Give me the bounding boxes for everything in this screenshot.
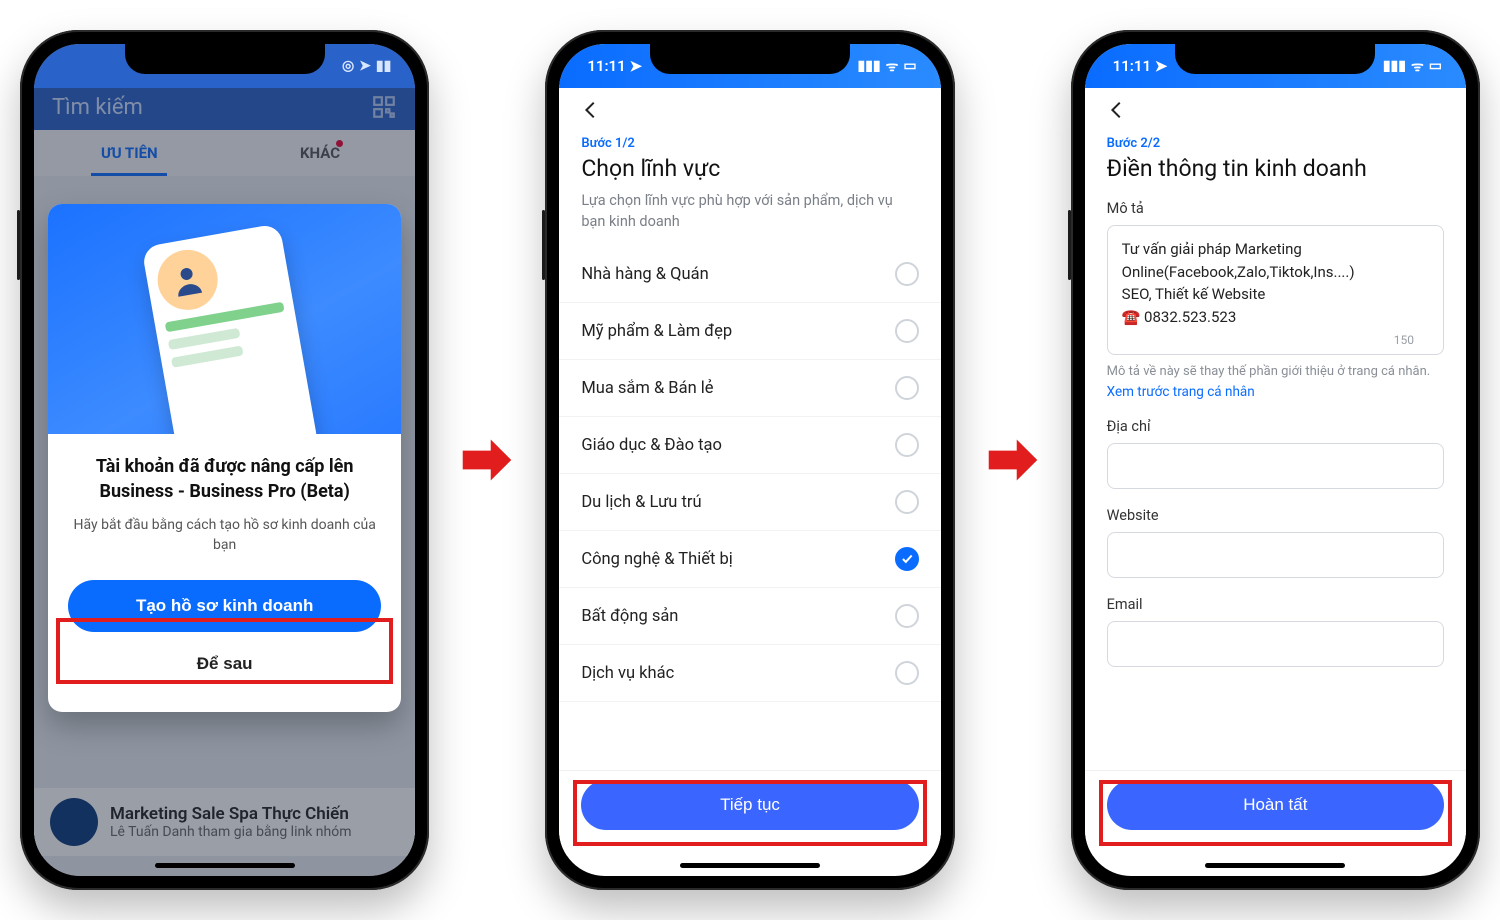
hero-avatar-icon (153, 245, 223, 315)
category-item[interactable]: Dịch vụ khác (559, 645, 940, 702)
category-label: Bất động sản (581, 607, 678, 626)
continue-button[interactable]: Tiếp tục (581, 780, 918, 830)
modal-title: Tài khoản đã được nâng cấp lên Business … (68, 454, 381, 504)
category-item[interactable]: Bất động sản (559, 588, 940, 645)
modal-hero-image (48, 204, 401, 434)
upgrade-modal: Tài khoản đã được nâng cấp lên Business … (48, 204, 401, 712)
back-button[interactable] (1103, 96, 1131, 124)
create-profile-button[interactable]: Tạo hồ sơ kinh doanh (68, 580, 381, 632)
phone-frame-3: 11:11 ➤ ▮▮▮ ᯤ ▭ Bước 2/2 Điền thông tin … (1071, 30, 1480, 890)
email-label: Email (1107, 596, 1444, 613)
category-label: Dịch vụ khác (581, 664, 674, 683)
step-label: Bước 2/2 (1107, 136, 1444, 151)
notch (650, 44, 850, 74)
website-input[interactable] (1107, 532, 1444, 578)
phone-frame-1: ◎➤▮▮ Tìm kiếm ƯU TIÊN KHÁC (20, 30, 429, 890)
category-item[interactable]: Du lịch & Lưu trú (559, 474, 940, 531)
page-heading: Chọn lĩnh vực (581, 155, 918, 182)
phone-frame-2: 11:11 ➤ ▮▮▮ ᯤ ▭ Bước 1/2 Chọn lĩnh vực L… (545, 30, 954, 890)
location-icon: ➤ (1155, 57, 1168, 75)
wifi-icon: ᯤ (886, 57, 899, 76)
status-icons: ▮▮▮ ᯤ ▭ (1383, 57, 1442, 76)
battery-icon: ▭ (1429, 58, 1442, 74)
notch (125, 44, 325, 74)
signal-icon: ▮▮▮ (1383, 58, 1406, 74)
radio-unchecked-icon[interactable] (895, 661, 919, 685)
category-label: Mỹ phẩm & Làm đẹp (581, 322, 732, 341)
flow-arrow-icon (985, 432, 1041, 488)
radio-checked-icon[interactable] (895, 547, 919, 571)
category-item[interactable]: Nhà hàng & Quán (559, 246, 940, 303)
address-label: Địa chỉ (1107, 418, 1444, 435)
desc-hint: Mô tả về này sẽ thay thế phần giới thiệu… (1107, 363, 1444, 381)
home-indicator[interactable] (155, 863, 295, 868)
status-icons: ◎➤▮▮ (342, 58, 391, 74)
page-subtext: Lựa chọn lĩnh vực phù hợp với sản phẩm, … (581, 190, 918, 232)
radio-unchecked-icon[interactable] (895, 376, 919, 400)
wifi-icon: ᯤ (1411, 57, 1424, 76)
category-label: Du lịch & Lưu trú (581, 493, 701, 512)
status-time: 11:11 (587, 57, 625, 75)
category-list: Nhà hàng & Quán Mỹ phẩm & Làm đẹp Mua sắm … (559, 246, 940, 702)
radio-unchecked-icon[interactable] (895, 604, 919, 628)
address-input[interactable] (1107, 443, 1444, 489)
finish-button[interactable]: Hoàn tất (1107, 780, 1444, 830)
home-indicator[interactable] (680, 863, 820, 868)
category-item[interactable]: Mỹ phẩm & Làm đẹp (559, 303, 940, 360)
signal-icon: ▮▮▮ (858, 58, 881, 74)
notch (1175, 44, 1375, 74)
status-time: 11:11 (1113, 57, 1151, 75)
category-item[interactable]: Mua sắm & Bán lẻ (559, 360, 940, 417)
category-label: Giáo dục & Đào tạo (581, 436, 722, 455)
location-icon: ➤ (629, 57, 642, 75)
category-item[interactable]: Công nghệ & Thiết bị (559, 531, 940, 588)
radio-unchecked-icon[interactable] (895, 262, 919, 286)
step-label: Bước 1/2 (581, 136, 918, 151)
status-icons: ▮▮▮ ᯤ ▭ (858, 57, 917, 76)
category-item[interactable]: Giáo dục & Đào tạo (559, 417, 940, 474)
desc-label: Mô tả (1107, 200, 1444, 217)
page-heading: Điền thông tin kinh doanh (1107, 155, 1444, 182)
category-label: Công nghệ & Thiết bị (581, 550, 732, 569)
category-label: Nhà hàng & Quán (581, 265, 708, 284)
radio-unchecked-icon[interactable] (895, 319, 919, 343)
modal-subtitle: Hãy bắt đầu bằng cách tạo hồ sơ kinh doa… (68, 516, 381, 555)
flow-arrow-icon (459, 432, 515, 488)
later-button[interactable]: Để sau (68, 638, 381, 690)
char-count: 150 (1394, 333, 1414, 347)
home-indicator[interactable] (1205, 863, 1345, 868)
category-label: Mua sắm & Bán lẻ (581, 379, 713, 398)
back-button[interactable] (577, 96, 605, 124)
radio-unchecked-icon[interactable] (895, 490, 919, 514)
preview-profile-link[interactable]: Xem trước trang cá nhân (1107, 384, 1255, 400)
radio-unchecked-icon[interactable] (895, 433, 919, 457)
email-input[interactable] (1107, 621, 1444, 667)
battery-icon: ▭ (903, 58, 916, 74)
website-label: Website (1107, 507, 1444, 524)
